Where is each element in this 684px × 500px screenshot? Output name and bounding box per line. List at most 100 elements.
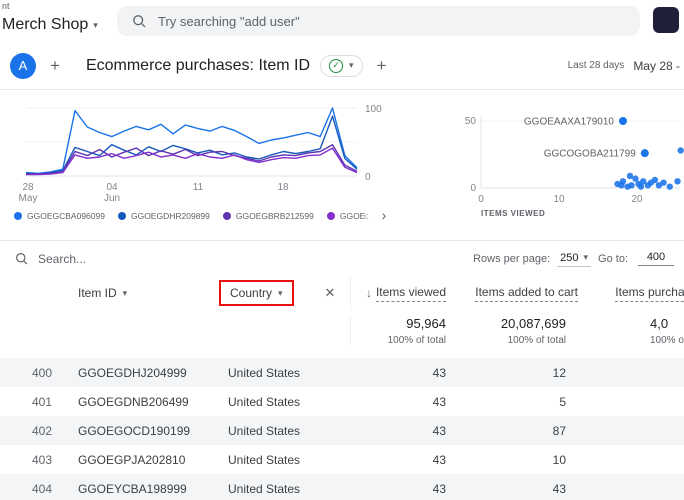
rows-per-page-value: 250 (560, 251, 579, 264)
legend-dot (222, 212, 231, 220)
cell-items-added: 5 (559, 394, 566, 409)
total-items-purchased: 4,0 (650, 316, 669, 331)
column-header-items-purchased[interactable]: Items purchased (615, 285, 684, 302)
cell-items-added: 10 (552, 452, 566, 467)
add-report-button[interactable]: + (377, 57, 387, 74)
column-header-items-viewed[interactable]: ↓ Items viewed (366, 285, 446, 302)
remove-dimension-icon[interactable]: ✕ (325, 285, 336, 300)
search-icon (133, 15, 146, 28)
property-name: Merch Shop (2, 16, 89, 33)
global-search-placeholder: Try searching "add user" (158, 13, 300, 29)
y-tick-0: 0 (365, 172, 371, 183)
chevron-right-icon[interactable]: › (382, 207, 387, 223)
cell-country: United States (228, 394, 301, 409)
cell-items-added: 43 (552, 481, 566, 496)
property-switcher[interactable]: Merch Shop ▾ (2, 16, 98, 34)
legend-label: GGOEGDHR209899 (130, 211, 210, 221)
column-header-items-added-to-cart[interactable]: Items added to cart (475, 285, 578, 302)
cell-items-viewed: 43 (432, 394, 446, 409)
cell-items-viewed: 43 (432, 423, 446, 438)
cell-item-id: GGOEYCBA198999 (78, 481, 187, 496)
report-status-dropdown[interactable]: ✓ ▾ (320, 54, 363, 77)
table-search-input[interactable]: Search... (14, 251, 86, 266)
legend-dot (14, 212, 22, 220)
x-tick: May (19, 193, 38, 204)
row-number: 400 (31, 365, 52, 380)
add-comparison-button[interactable]: + (50, 57, 60, 74)
x-tick: 18 (277, 182, 289, 193)
svg-text:GGOEAAXA179010: GGOEAAXA179010 (524, 117, 614, 128)
scatter-x-tick: 20 (631, 194, 643, 205)
cell-country: United States (228, 481, 301, 496)
chevron-left-icon[interactable]: ‹ (364, 207, 369, 223)
table-totals-row: 95,964 100% of total 20,087,699 100% of … (0, 310, 684, 358)
cell-items-added: 12 (552, 365, 566, 380)
chevron-down-icon: ▾ (93, 19, 98, 30)
total-items-added: 20,087,699 (500, 316, 566, 331)
rows-per-page-label: Rows per page: (473, 252, 551, 265)
scatter-x-tick: 0 (478, 194, 484, 205)
scatter-y-tick-0: 0 (470, 183, 476, 194)
table-row[interactable]: 401 GGOEGDNB206499 United States 43 5 (0, 387, 684, 416)
table-search-placeholder: Search... (38, 251, 87, 266)
line-chart: 100 0 28 May 04 Jun 11 18 (19, 104, 383, 204)
chart-legend: GGOEGCBA096099 GGOEGDHR209899 GGOEGBRB21… (14, 211, 365, 221)
scatter-chart: 50 0 0 10 20 ITEMS VIEWED GGOEAAXA179010… (465, 116, 684, 218)
cell-country: United States (228, 452, 301, 467)
legend-dot (326, 212, 335, 220)
pagination-controls: Rows per page: 250 ▾ Go to: 400 (473, 251, 674, 267)
legend-label: GGOEGBRB212599 (235, 211, 314, 221)
cell-item-id: GGOEGDNB206499 (78, 394, 189, 409)
total-items-viewed: 95,964 (406, 316, 446, 331)
legend-label: GGOE (339, 211, 366, 221)
legend-item: GGOEGCBA096099 (14, 211, 105, 221)
x-tick: 04 (106, 182, 118, 193)
app-tile-icon[interactable] (653, 7, 679, 33)
account-breadcrumb-fragment: nt (2, 1, 10, 11)
cell-item-id: GGOEGOCD190199 (78, 423, 191, 438)
chevron-down-icon: ▾ (349, 60, 354, 70)
table-row[interactable]: 400 GGOEGDHJ204999 United States 43 12 (0, 358, 684, 387)
total-items-viewed-pct: 100% of total (387, 335, 446, 346)
global-search-input[interactable]: Try searching "add user" (117, 6, 640, 36)
legend-item: GGOEGDHR209899 (117, 211, 210, 221)
table-row[interactable]: 402 GGOEGOCD190199 United States 43 87 (0, 416, 684, 445)
x-tick: 28 (22, 182, 34, 193)
table-header-row: Item ID ▾ Country ▾ ✕ ↓ Items viewed Ite… (0, 276, 684, 310)
chevron-down-icon: ▾ (583, 252, 589, 262)
date-range-value: May 28 - (633, 58, 680, 73)
chevron-down-icon: ▾ (278, 287, 283, 298)
column-header-item-id[interactable]: Item ID ▾ (78, 286, 127, 300)
scatter-x-axis-label: ITEMS VIEWED (481, 209, 545, 218)
table-row[interactable]: 403 GGOEGPJA202810 United States 43 10 (0, 445, 684, 474)
cell-items-viewed: 43 (432, 365, 446, 380)
goto-label: Go to: (598, 252, 628, 265)
avatar[interactable]: A (10, 52, 36, 79)
rows-per-page-select[interactable]: 250 ▾ (557, 251, 592, 267)
legend-item: GGOE (326, 211, 366, 221)
legend-dot (117, 212, 126, 220)
row-number: 403 (31, 452, 52, 467)
table-toolbar: Search... Rows per page: 250 ▾ Go to: 40… (0, 240, 684, 276)
legend-item: GGOEGBRB212599 (222, 211, 314, 221)
column-header-country-highlighted[interactable]: Country ▾ (219, 280, 294, 306)
table-row[interactable]: 404 GGOEYCBA198999 United States 43 43 (0, 474, 684, 500)
row-number: 404 (31, 481, 52, 496)
x-tick: 11 (193, 182, 204, 193)
cell-item-id: GGOEGDHJ204999 (78, 365, 187, 380)
total-items-purchased-pct: 100% of (650, 335, 684, 346)
cell-country: United States (228, 423, 301, 438)
table-body: 400 GGOEGDHJ204999 United States 43 12 4… (0, 358, 684, 500)
date-range-picker[interactable]: Last 28 days May 28 - (568, 59, 682, 73)
scatter-y-tick-50: 50 (465, 116, 476, 127)
cell-item-id: GGOEGPJA202810 (78, 452, 186, 467)
svg-text:GGCOGOBA211799: GGCOGOBA211799 (544, 149, 637, 160)
date-range-label: Last 28 days (567, 60, 625, 71)
check-icon: ✓ (329, 58, 344, 73)
row-number: 401 (31, 394, 52, 409)
cell-country: United States (228, 365, 301, 380)
cell-items-viewed: 43 (432, 452, 446, 467)
legend-pagination: ‹ › (364, 207, 386, 223)
search-icon (16, 253, 28, 265)
goto-page-input[interactable]: 400 (638, 251, 674, 266)
